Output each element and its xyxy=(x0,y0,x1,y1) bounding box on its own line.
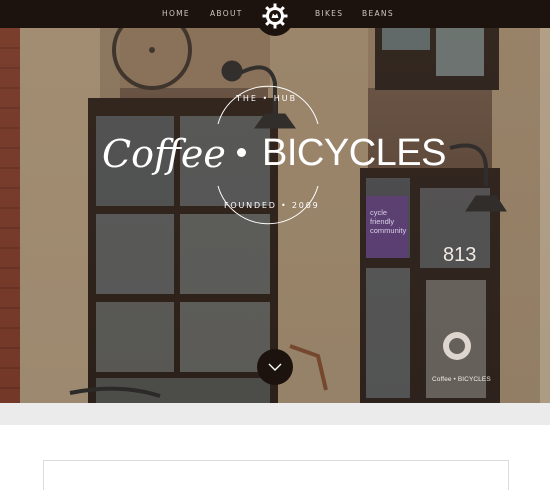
nav-link-bikes[interactable]: BIKES xyxy=(315,9,343,18)
door-number: 813 xyxy=(443,244,477,266)
window-sign-line: community xyxy=(370,226,407,235)
window-sign-line: friendly xyxy=(370,217,395,226)
chevron-down-icon xyxy=(268,363,282,371)
door-logo-text: Coffee • BICYCLES xyxy=(432,376,491,383)
nav-link-about[interactable]: ABOUT xyxy=(210,9,243,18)
nav-link-beans[interactable]: BEANS xyxy=(362,9,394,18)
gear-bike-logo-icon xyxy=(262,3,288,29)
section-divider-band xyxy=(0,403,550,425)
hero-photo-tint xyxy=(0,28,550,403)
hero-section: cycle friendly community 813 Coffee • BI… xyxy=(0,28,550,403)
content-card xyxy=(43,460,509,490)
scroll-down-button[interactable] xyxy=(257,349,293,385)
nav-link-home[interactable]: HOME xyxy=(162,9,190,18)
top-nav-bar: HOME ABOUT BIKES BEANS xyxy=(0,0,550,36)
window-sign-line: cycle xyxy=(370,208,388,217)
